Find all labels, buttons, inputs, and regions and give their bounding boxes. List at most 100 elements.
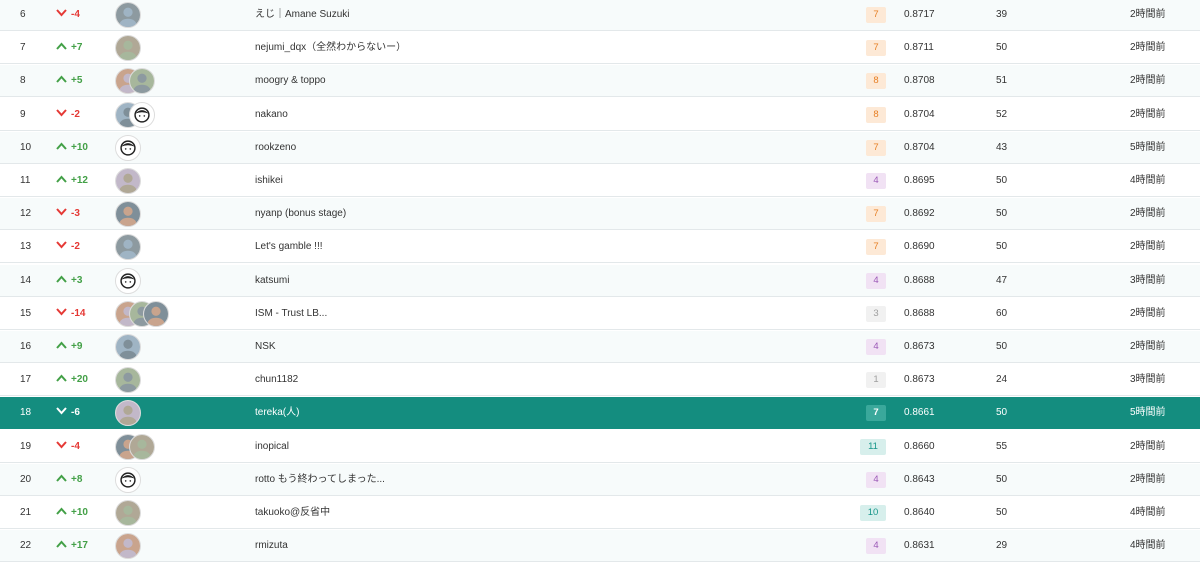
team-avatars[interactable] xyxy=(115,168,141,194)
team-members-cell: 4 xyxy=(858,331,886,363)
user-avatar[interactable] xyxy=(115,2,141,28)
rank-change: +5 xyxy=(56,65,106,97)
team-name[interactable]: takuoko@反省中 xyxy=(255,497,815,529)
team-name[interactable]: えじ｜Amane Suzuki xyxy=(255,0,815,31)
leaderboard-row-8[interactable]: 8 +5 moogry & toppo 8 0.8708 51 2時間前 xyxy=(0,65,1200,98)
team-avatars[interactable] xyxy=(115,300,169,327)
leaderboard-row-7[interactable]: 7 +7 nejumi_dqx（全然わからないー） 7 0.8711 50 2時… xyxy=(0,32,1200,65)
last-submission: 2時間前 xyxy=(1130,42,1166,54)
team-name[interactable]: NSK xyxy=(255,331,815,363)
default-avatar-icon[interactable] xyxy=(115,466,141,493)
user-avatar[interactable] xyxy=(115,400,141,427)
leaderboard-row-13[interactable]: 13 -2 Let's gamble !!! 7 0.8690 50 2時間前 xyxy=(0,231,1200,264)
chevron-down-icon xyxy=(56,99,71,131)
team-avatars[interactable] xyxy=(115,367,141,394)
team-avatars[interactable] xyxy=(115,234,141,261)
leaderboard-row-22[interactable]: 22 +17 rmizuta 4 0.8631 29 4時間前 xyxy=(0,530,1200,563)
team-name[interactable]: ISM - Trust LB... xyxy=(255,298,815,330)
user-avatar[interactable] xyxy=(115,168,141,194)
last-submission: 3時間前 xyxy=(1130,374,1166,386)
team-members-cell: 4 xyxy=(858,165,886,197)
score: 0.8708 xyxy=(904,75,935,87)
default-avatar-icon[interactable] xyxy=(129,101,155,128)
default-avatar-icon[interactable] xyxy=(115,267,141,294)
leaderboard-row-17[interactable]: 17 +20 chun1182 1 0.8673 24 3時間前 xyxy=(0,364,1200,397)
user-avatar[interactable] xyxy=(115,367,141,394)
leaderboard-row-21[interactable]: 21 +10 takuoko@反省中 10 0.8640 50 4時間前 xyxy=(0,497,1200,529)
team-avatars[interactable] xyxy=(115,68,155,95)
leaderboard-row-10[interactable]: 10 +10 rookzeno 7 0.8704 43 5時間前 xyxy=(0,131,1200,164)
score: 0.8692 xyxy=(904,208,935,220)
team-avatars[interactable] xyxy=(115,267,141,294)
team-avatars[interactable] xyxy=(115,134,141,161)
team-name[interactable]: rmizuta xyxy=(255,530,815,562)
user-avatar[interactable] xyxy=(129,68,155,95)
user-avatar[interactable] xyxy=(115,201,141,228)
team-avatars[interactable] xyxy=(115,334,141,360)
user-avatar[interactable] xyxy=(115,234,141,261)
team-name[interactable]: nejumi_dqx（全然わからないー） xyxy=(255,32,815,64)
team-name[interactable]: ishikei xyxy=(255,165,815,197)
team-name[interactable]: tereka(人) xyxy=(255,397,815,429)
team-name[interactable]: katsumi xyxy=(255,265,815,297)
entries-count: 55 xyxy=(996,440,1008,452)
last-submission: 2時間前 xyxy=(1130,241,1166,253)
team-name[interactable]: inopical xyxy=(255,431,815,463)
leaderboard-row-19[interactable]: 19 -4 inopical 11 0.8660 55 2時間前 xyxy=(0,430,1200,463)
team-avatars[interactable] xyxy=(115,2,141,28)
rank-change-value: +20 xyxy=(71,374,88,386)
team-avatars[interactable] xyxy=(115,533,141,560)
score: 0.8711 xyxy=(904,42,934,54)
team-name[interactable]: chun1182 xyxy=(255,364,815,396)
leaderboard-row-14[interactable]: 14 +3 katsumi 4 0.8688 47 3時間前 xyxy=(0,264,1200,297)
chevron-up-icon xyxy=(56,265,71,297)
team-avatars[interactable] xyxy=(115,101,155,128)
rank-number: 7 xyxy=(20,42,26,54)
leaderboard-row-6[interactable]: 6 -4 えじ｜Amane Suzuki 7 0.8717 39 2時間前 xyxy=(0,0,1200,31)
last-submission: 2時間前 xyxy=(1130,440,1166,452)
entries-count: 50 xyxy=(996,341,1008,352)
rank-change: -6 xyxy=(56,397,106,429)
leaderboard-row-11[interactable]: 11 +12 ishikei 4 0.8695 50 4時間前 xyxy=(0,165,1200,197)
user-avatar[interactable] xyxy=(115,500,141,526)
team-avatars[interactable] xyxy=(115,201,141,228)
rank-number: 6 xyxy=(20,9,26,20)
team-name[interactable]: nakano xyxy=(255,99,815,131)
rank-number: 9 xyxy=(20,108,26,120)
leaderboard-row-20[interactable]: 20 +8 rotto もう終わってしまった... 4 0.8643 50 2時… xyxy=(0,463,1200,496)
user-avatar[interactable] xyxy=(143,300,169,327)
leaderboard-row-16[interactable]: 16 +9 NSK 4 0.8673 50 2時間前 xyxy=(0,331,1200,363)
rank-change: +10 xyxy=(56,497,106,529)
team-name[interactable]: nyanp (bonus stage) xyxy=(255,198,815,230)
team-avatars[interactable] xyxy=(115,500,141,526)
team-name[interactable]: moogry & toppo xyxy=(255,65,815,97)
last-submission: 2時間前 xyxy=(1130,108,1166,120)
team-avatars[interactable] xyxy=(115,400,141,427)
team-name[interactable]: rotto もう終わってしまった... xyxy=(255,464,815,496)
leaderboard-row-18[interactable]: 18 -6 tereka(人) 7 0.8661 50 5時間前 xyxy=(0,397,1200,430)
leaderboard-row-12[interactable]: 12 -3 nyanp (bonus stage) 7 0.8692 50 2時… xyxy=(0,198,1200,231)
leaderboard-row-9[interactable]: 9 -2 nakano 8 0.8704 52 2時間前 xyxy=(0,98,1200,131)
team-members-cell: 7 xyxy=(858,397,886,429)
leaderboard-row-15[interactable]: 15 -14 ISM - Trust LB... 3 0.8688 60 2時間… xyxy=(0,297,1200,330)
team-name[interactable]: Let's gamble !!! xyxy=(255,231,815,263)
default-avatar-icon[interactable] xyxy=(115,134,141,161)
rank-change: +10 xyxy=(56,132,106,164)
entries-count: 50 xyxy=(996,42,1008,54)
rank-change: +7 xyxy=(56,32,106,64)
team-avatars[interactable] xyxy=(115,466,141,493)
team-avatars[interactable] xyxy=(115,433,155,460)
score: 0.8695 xyxy=(904,175,935,186)
rank-number: 10 xyxy=(20,141,32,153)
chevron-up-icon xyxy=(56,464,71,496)
rank-change: +8 xyxy=(56,464,106,496)
user-avatar[interactable] xyxy=(115,334,141,360)
team-avatars[interactable] xyxy=(115,35,141,62)
rank-change: -3 xyxy=(56,198,106,230)
chevron-up-icon xyxy=(56,65,71,97)
user-avatar[interactable] xyxy=(129,433,155,460)
team-count-badge: 4 xyxy=(866,471,886,488)
user-avatar[interactable] xyxy=(115,35,141,62)
team-name[interactable]: rookzeno xyxy=(255,132,815,164)
user-avatar[interactable] xyxy=(115,533,141,560)
